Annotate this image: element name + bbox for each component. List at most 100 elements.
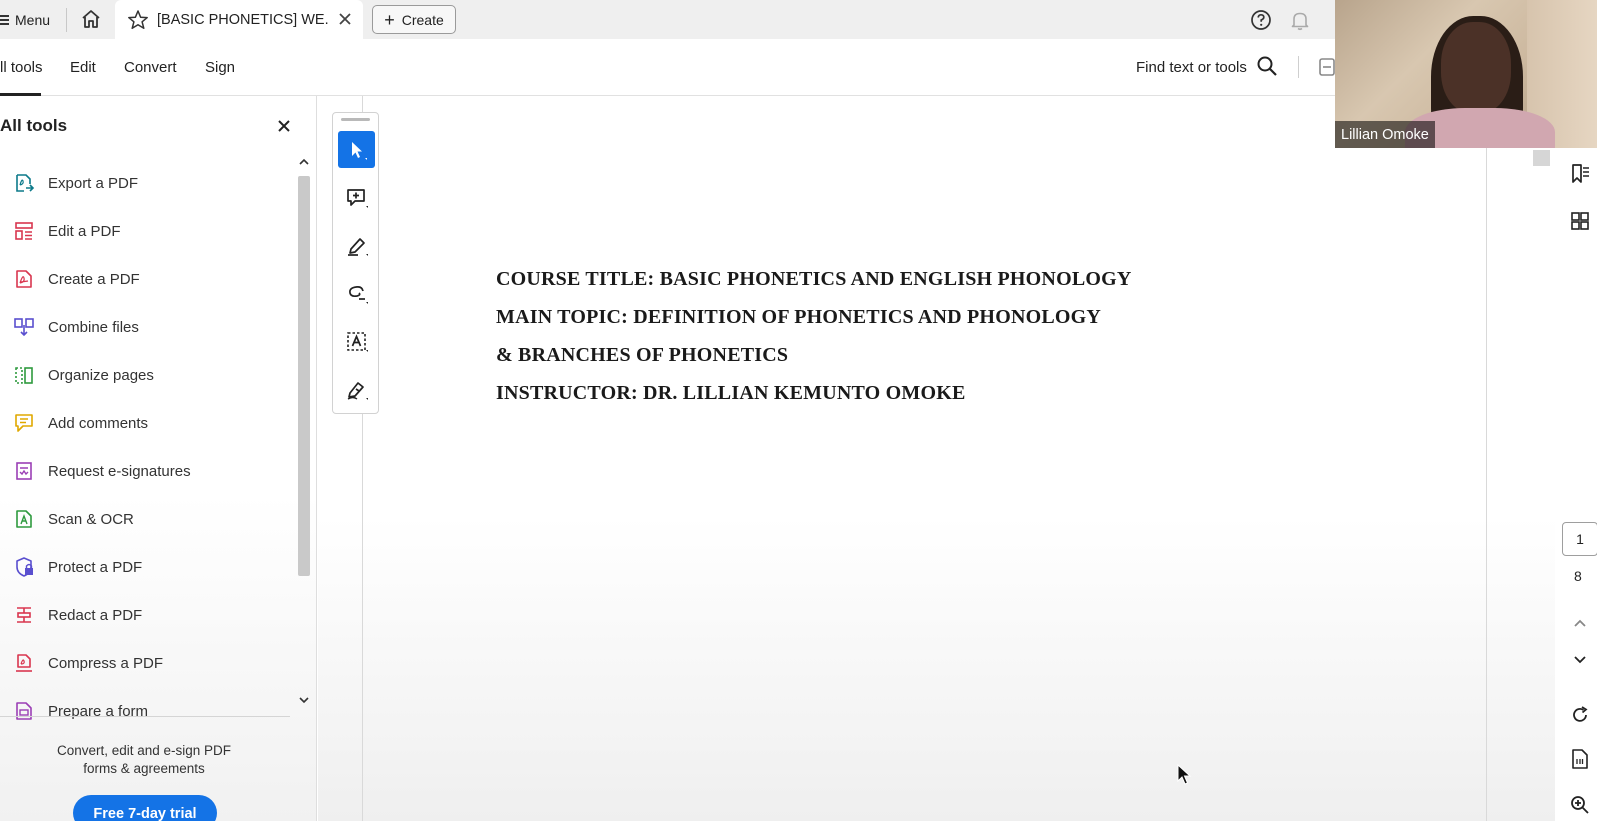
document-tab[interactable]: [BASIC PHONETICS] WE... [115, 0, 363, 39]
chevron-up-icon[interactable] [1569, 612, 1591, 634]
tool-create-pdf[interactable]: Create a PDF [13, 266, 140, 292]
free-trial-button[interactable]: Free 7-day trial [73, 795, 217, 821]
page-edge [1486, 96, 1487, 821]
menu-sign[interactable]: Sign [205, 59, 235, 76]
tool-label: Export a PDF [48, 174, 139, 192]
chevron-up-icon[interactable] [297, 156, 311, 168]
tool-protect-pdf[interactable]: Protect a PDF [13, 554, 142, 580]
chevron-down-icon[interactable] [1569, 649, 1591, 671]
tool-label: Protect a PDF [48, 558, 143, 576]
tool-redact-pdf[interactable]: Redact a PDF [13, 602, 142, 628]
tool-label: Add comments [48, 414, 149, 432]
protect-pdf-icon [16, 557, 33, 577]
panel-title: All tools [0, 116, 68, 135]
tool-label: Organize pages [48, 366, 154, 384]
cursor-arrow-icon [351, 141, 367, 160]
tool-export-pdf[interactable]: Export a PDF [13, 170, 138, 196]
quick-tools-toolbar [332, 112, 379, 414]
current-page-input[interactable]: 1 [1562, 522, 1597, 556]
pen-sign-icon [347, 381, 368, 400]
tool-label: Redact a PDF [48, 606, 143, 624]
highlighter-icon [347, 237, 368, 256]
highlight-tool-button[interactable] [338, 227, 375, 264]
find-text-or-tools[interactable]: Find text or tools [1136, 59, 1247, 76]
sign-tool-button[interactable] [338, 371, 375, 408]
doc-course-title: COURSE TITLE: BASIC PHONETICS AND ENGLIS… [496, 268, 1132, 290]
drag-handle[interactable] [341, 118, 370, 121]
home-icon[interactable] [80, 8, 102, 30]
doc-instructor: INSTRUCTOR: DR. LILLIAN KEMUNTO OMOKE [496, 382, 966, 404]
edit-pdf-icon [15, 222, 33, 240]
close-panel-icon[interactable] [276, 118, 292, 134]
hamburger-icon [0, 13, 9, 27]
star-icon[interactable] [127, 9, 149, 31]
menu-convert[interactable]: Convert [124, 59, 177, 76]
create-pdf-icon [16, 270, 32, 288]
promo-text: Convert, edit and e-sign PDF forms & agr… [56, 743, 232, 776]
page-thumbnails-icon[interactable] [1569, 210, 1591, 232]
tool-label: Edit a PDF [48, 222, 121, 240]
comment-plus-icon [346, 188, 368, 208]
participant-face [1441, 22, 1511, 114]
document-viewer [318, 96, 1555, 821]
combine-files-icon [14, 318, 34, 337]
export-pdf-icon [16, 174, 35, 192]
tool-compress-pdf[interactable]: Compress a PDF [13, 650, 163, 676]
freehand-draw-icon [348, 285, 368, 304]
text-tool-button[interactable] [338, 323, 375, 360]
tool-scan-ocr[interactable]: Scan & OCR [13, 506, 134, 532]
organize-pages-icon [15, 367, 33, 384]
doc-branches: & BRANCHES OF PHONETICS [496, 344, 789, 366]
tool-add-comments[interactable]: Add comments [13, 410, 148, 436]
actual-size-icon[interactable] [1569, 748, 1591, 770]
zoom-in-icon[interactable] [1569, 794, 1591, 816]
document-scrollbar[interactable] [1533, 150, 1550, 166]
divider [66, 8, 67, 32]
scan-ocr-icon [16, 510, 32, 528]
tool-prepare-form[interactable]: Prepare a form [13, 698, 148, 724]
participant-name: Lillian Omoke [1335, 121, 1435, 148]
tool-edit-pdf[interactable]: Edit a PDF [13, 218, 121, 244]
bookmark-icon[interactable] [1569, 163, 1591, 185]
tool-request-esignatures[interactable]: Request e-signatures [13, 458, 191, 484]
tool-label: Create a PDF [48, 270, 140, 288]
prepare-form-icon [16, 702, 32, 720]
compress-pdf-icon [16, 654, 32, 672]
save-icon[interactable] [1318, 57, 1336, 77]
divider [1298, 56, 1299, 78]
close-tab-icon[interactable] [337, 11, 353, 27]
tool-label: Request e-signatures [48, 462, 191, 480]
refresh-icon[interactable] [1569, 704, 1591, 726]
add-comments-icon [15, 414, 33, 432]
add-comment-tool-button[interactable] [338, 179, 375, 216]
notification-bell-icon[interactable] [1289, 9, 1311, 31]
tool-label: Compress a PDF [48, 654, 164, 672]
menu-label: Menu [15, 12, 51, 28]
search-icon[interactable] [1256, 55, 1278, 77]
all-tools-panel: All tools Export a PDF Edit a PDF Create… [0, 96, 317, 821]
tool-label: Scan & OCR [48, 510, 134, 528]
total-pages: 8 [1574, 568, 1582, 584]
tool-organize-pages[interactable]: Organize pages [13, 362, 154, 388]
help-icon[interactable] [1250, 9, 1272, 31]
scrollbar-thumb[interactable] [298, 176, 310, 576]
mouse-cursor-icon [1177, 764, 1192, 785]
redact-pdf-icon [17, 607, 31, 623]
tab-title: [BASIC PHONETICS] WE... [157, 11, 329, 28]
menu-edit[interactable]: Edit [70, 59, 96, 76]
create-button[interactable]: + Create [372, 5, 456, 34]
select-tool-button[interactable] [338, 131, 375, 168]
tool-combine-files[interactable]: Combine files [13, 314, 139, 340]
tool-label: Combine files [48, 318, 139, 336]
chevron-down-icon[interactable] [297, 694, 311, 706]
text-box-icon [346, 331, 368, 352]
video-feed: Lillian Omoke [1335, 0, 1597, 148]
menu-all-tools[interactable]: ll tools [0, 59, 43, 76]
create-label: Create [401, 11, 444, 28]
request-esignatures-icon [16, 462, 32, 480]
divider [0, 716, 290, 717]
draw-tool-button[interactable] [338, 275, 375, 312]
doc-main-topic: MAIN TOPIC: DEFINITION OF PHONETICS AND … [496, 306, 1102, 328]
menu-button[interactable]: Menu [0, 8, 50, 32]
plus-icon: + [384, 9, 395, 30]
